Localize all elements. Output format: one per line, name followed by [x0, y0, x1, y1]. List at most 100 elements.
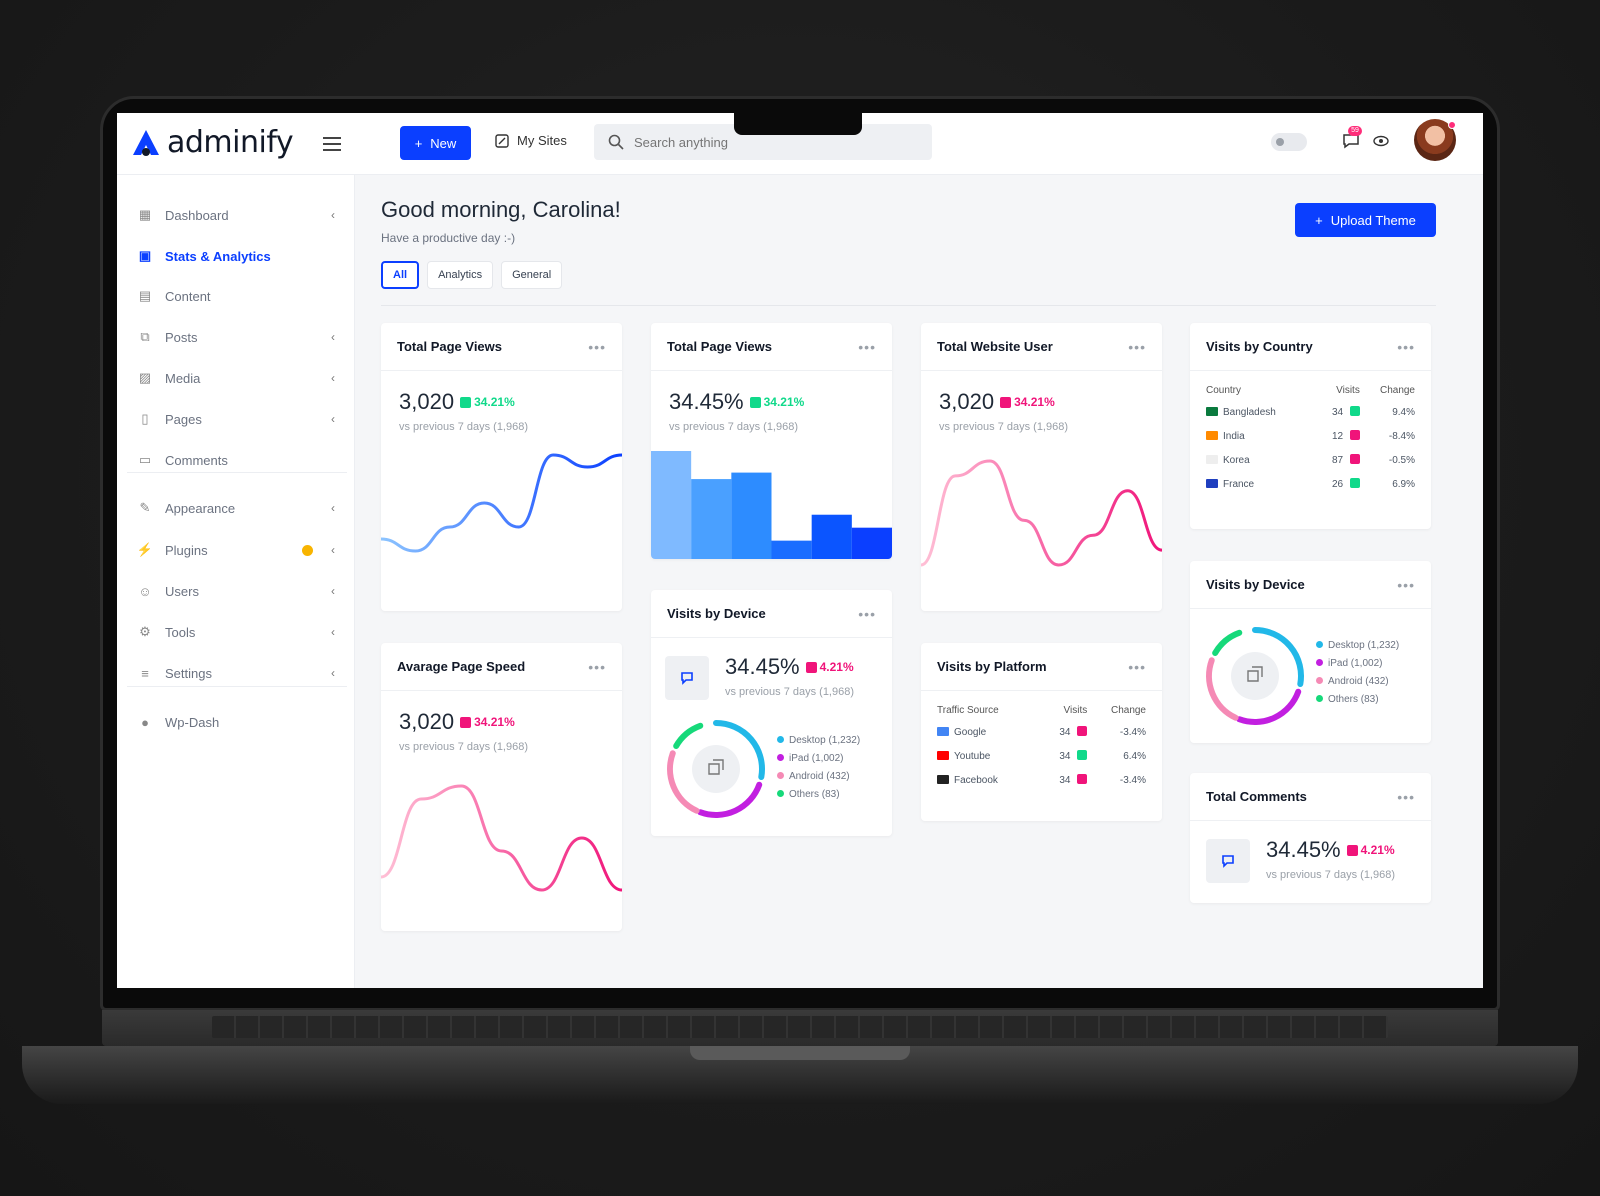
my-sites-label: My Sites [517, 133, 567, 148]
sidebar-item-plugins[interactable]: ⚡ Plugins ‹ [117, 535, 355, 565]
settings-icon: ≡ [141, 665, 149, 681]
column-header: Visits [1063, 705, 1088, 716]
sidebar-item-content[interactable]: ▤ Content [117, 281, 355, 311]
column-header: Country [1206, 385, 1242, 396]
chevron-left-icon: ‹ [331, 208, 335, 222]
legend-label: Others (83) [789, 789, 840, 800]
visits-by-device-card: Visits by Device ••• 34.45% 4.21% vs previ… [651, 590, 892, 836]
trend-marker [1077, 774, 1088, 784]
donut-center [1231, 652, 1279, 700]
metric-value: 3,020 [399, 709, 455, 734]
row-change: 6.4% [1123, 750, 1146, 762]
sidebar-item-media[interactable]: ▨ Media ‹ [117, 363, 355, 393]
eye-icon[interactable] [1373, 135, 1389, 147]
chevron-left-icon: ‹ [331, 584, 335, 598]
series-line [921, 459, 1162, 567]
visits-by-country-card: Visits by Country ••• Country Visits Chan… [1190, 323, 1431, 529]
card-title: Visits by Country [1206, 339, 1313, 354]
users-icon: ☺ [138, 583, 152, 599]
column-header: Traffic Source [937, 705, 999, 716]
divider [381, 305, 1436, 306]
sidebar-item-label: Plugins [165, 542, 208, 558]
search-icon [608, 134, 624, 150]
more-options-icon[interactable]: ••• [588, 659, 606, 675]
change-badge: 34.21% [1000, 395, 1055, 409]
more-options-icon[interactable]: ••• [1397, 789, 1415, 805]
laptop-base [22, 1010, 1578, 1118]
comparison-text: vs previous 7 days (1,968) [399, 421, 529, 433]
more-options-icon[interactable]: ••• [1397, 577, 1415, 593]
theme-toggle[interactable] [1271, 133, 1307, 151]
search-input[interactable] [634, 134, 914, 150]
card-title: Visits by Device [667, 606, 766, 621]
sidebar-item-users[interactable]: ☺ Users ‹ [117, 576, 355, 606]
country-icon [1206, 406, 1218, 416]
more-options-icon[interactable]: ••• [1128, 659, 1146, 675]
row-label: France [1223, 478, 1255, 490]
sidebar-item-label: Dashboard [165, 207, 229, 223]
country-icon [1206, 454, 1218, 464]
tools-icon: ⚙ [139, 624, 151, 639]
upload-theme-button[interactable]: + Upload Theme [1295, 203, 1436, 237]
sidebar-item-dashboard[interactable]: ▦ Dashboard ‹ [117, 200, 355, 230]
legend-dot [777, 772, 784, 779]
donut-slice [1206, 657, 1239, 721]
change-badge: 34.21% [460, 395, 515, 409]
tab-general[interactable]: General [501, 261, 563, 289]
tab-all[interactable]: All [381, 261, 420, 289]
sidebar-item-label: Users [165, 583, 199, 599]
page-views-line-chart [381, 453, 622, 553]
new-button[interactable]: + New [400, 126, 471, 160]
sidebar-item-wp-dash[interactable]: ● Wp-Dash [117, 707, 355, 737]
total-comments-card: Total Comments ••• 34.45% 4.21% vs previou… [1190, 773, 1431, 903]
card-title: Total Website User [937, 339, 1053, 354]
legend-item: Others (83) [777, 786, 860, 804]
series-line [381, 453, 622, 553]
menu-toggle-icon[interactable] [323, 137, 341, 151]
sidebar-item-pages[interactable]: ▯ Pages ‹ [117, 404, 355, 434]
more-options-icon[interactable]: ••• [588, 339, 606, 355]
my-sites-link[interactable]: My Sites [495, 133, 567, 148]
legend-label: iPad (1,002) [1328, 658, 1383, 669]
comment-icon: ▭ [138, 452, 152, 467]
trend-marker [1349, 478, 1360, 488]
logo-icon [133, 129, 159, 156]
more-options-icon[interactable]: ••• [1397, 339, 1415, 355]
card-title: Avarage Page Speed [397, 659, 526, 674]
brand-logo[interactable]: adminify [131, 125, 294, 160]
upload-theme-label: Upload Theme [1330, 212, 1416, 228]
legend-item: iPad (1,002) [1316, 655, 1399, 673]
chevron-left-icon: ‹ [331, 543, 335, 557]
wp-icon: ● [141, 714, 149, 730]
bar [691, 479, 732, 559]
bar [651, 451, 692, 559]
row-change: 6.9% [1392, 478, 1415, 490]
more-options-icon[interactable]: ••• [1128, 339, 1146, 355]
visits-by-device-card-2: Visits by Device ••• Desktop (1,232) iPad … [1190, 561, 1431, 743]
donut-center [692, 745, 740, 793]
sidebar-item-appearance[interactable]: ✎ Appearance ‹ [117, 493, 355, 523]
card-title: Visits by Device [1206, 577, 1305, 592]
row-visits: 34 [1059, 727, 1071, 738]
country-table: Country Visits Change Bangladesh 34 9.4% I… [1206, 381, 1415, 496]
sidebar-item-label: Comments [165, 452, 228, 468]
sidebar-item-tools[interactable]: ⚙ Tools ‹ [117, 617, 355, 647]
tab-analytics[interactable]: Analytics [427, 261, 494, 289]
trend-marker [1077, 750, 1088, 760]
comment-icon [1206, 839, 1250, 883]
card-title: Total Page Views [667, 339, 773, 354]
sidebar-item-stats-analytics[interactable]: ▣ Stats & Analytics [117, 241, 355, 271]
legend-label: Android (432) [789, 771, 850, 782]
image-icon: ▨ [138, 370, 152, 385]
sidebar-item-comments[interactable]: ▭ Comments [117, 445, 355, 475]
more-options-icon[interactable]: ••• [858, 339, 876, 355]
change-badge: 4.21% [1346, 843, 1395, 857]
sidebar-item-settings[interactable]: ≡ Settings ‹ [117, 658, 355, 688]
more-options-icon[interactable]: ••• [858, 606, 876, 622]
row-change: -0.5% [1388, 454, 1415, 466]
sidebar-item-posts[interactable]: ⧉ Posts ‹ [117, 322, 355, 352]
chevron-left-icon: ‹ [331, 625, 335, 639]
legend-label: iPad (1,002) [789, 753, 844, 764]
sidebar-item-label: Media [165, 370, 201, 386]
legend-dot [777, 754, 784, 761]
